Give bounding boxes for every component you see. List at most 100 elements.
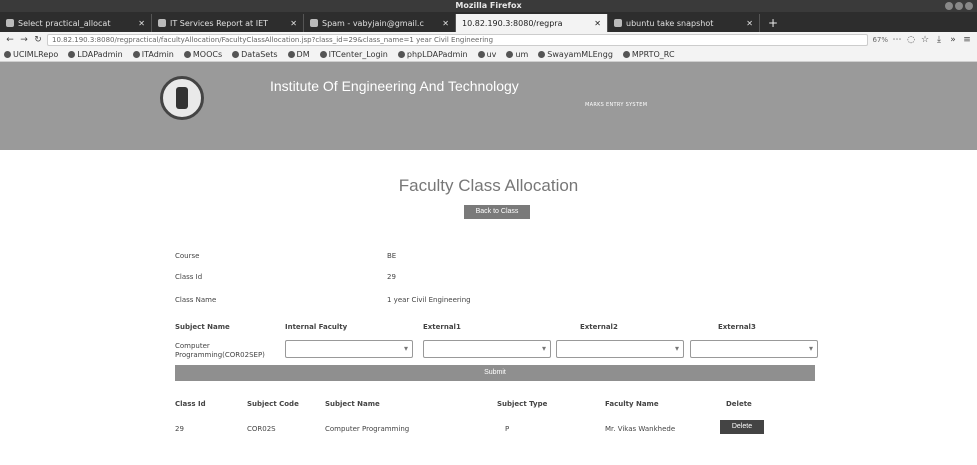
internal-faculty-select[interactable] (285, 340, 413, 358)
class-name-label: Class Name (175, 296, 217, 304)
mooc-icon (183, 51, 191, 58)
pocket-icon[interactable]: ◌ (906, 35, 916, 45)
bookmark-item[interactable]: ITAdmin (132, 50, 174, 59)
bookmark-label: MPRTO_RC (631, 50, 675, 59)
bookmark-item[interactable]: SwayamMLEngg (538, 50, 613, 59)
window-title: Mozilla Firefox (455, 1, 522, 10)
minimize-icon[interactable] (945, 2, 953, 10)
bookmark-label: MOOCs (192, 50, 223, 59)
maximize-icon[interactable] (955, 2, 963, 10)
globe-icon (4, 51, 11, 58)
back-to-class-button[interactable]: Back to Class (464, 205, 530, 219)
tab-close-icon[interactable]: ✕ (746, 19, 753, 28)
dollar-icon (538, 51, 546, 58)
globe-icon (287, 51, 295, 58)
tab-close-icon[interactable]: ✕ (594, 19, 601, 28)
table-header-subject-type: Subject Type (497, 400, 548, 408)
tab-title: ubuntu take snapshot (626, 18, 714, 28)
tab-title: 10.82.190.3:8080/regpra (462, 18, 563, 28)
cell-subject-code: COR02S (247, 425, 276, 433)
tab-title: IT Services Report at IET (170, 18, 269, 28)
external3-header: External3 (718, 323, 756, 331)
class-id-label: Class Id (175, 273, 203, 281)
submit-button[interactable]: Submit (175, 365, 815, 381)
external1-select[interactable] (423, 340, 551, 358)
tab-close-icon[interactable]: ✕ (138, 19, 145, 28)
external2-header: External2 (580, 323, 618, 331)
bookmark-label: uv (486, 50, 497, 59)
overflow-menu-icon[interactable]: » (948, 35, 958, 45)
hamburger-menu-icon[interactable]: ≡ (962, 35, 972, 45)
globe-icon (506, 51, 514, 58)
cell-faculty-name: Mr. Vikas Wankhede (605, 425, 676, 433)
browser-tab[interactable]: IT Services Report at IET ✕ (152, 14, 304, 32)
window-controls (945, 2, 973, 10)
site-header: Institute Of Engineering And Technology … (0, 62, 977, 150)
browser-tab[interactable]: ubuntu take snapshot ✕ (608, 14, 760, 32)
bookmark-item[interactable]: ITCenter_Login (319, 50, 388, 59)
table-header-subject-code: Subject Code (247, 400, 299, 408)
delete-button[interactable]: Delete (720, 420, 764, 434)
bookmark-label: ITAdmin (141, 50, 174, 59)
window-titlebar: Mozilla Firefox (0, 0, 977, 12)
table-header-class-id: Class Id (175, 400, 206, 408)
table-header-faculty-name: Faculty Name (605, 400, 659, 408)
tab-favicon-icon (158, 19, 166, 27)
tab-close-icon[interactable]: ✕ (290, 19, 297, 28)
bookmark-item[interactable]: DataSets (232, 50, 278, 59)
bookmark-label: ITCenter_Login (328, 50, 388, 59)
tab-close-icon[interactable]: ✕ (442, 19, 449, 28)
course-value: BE (387, 252, 397, 260)
close-window-icon[interactable] (965, 2, 973, 10)
external2-select[interactable] (556, 340, 684, 358)
bookmark-item[interactable]: UCIMLRepo (4, 50, 58, 59)
tab-title: Spam - vabyjain@gmail.c (322, 18, 424, 28)
bookmark-item[interactable]: MPRTO_RC (622, 50, 675, 59)
tab-favicon-icon (614, 19, 622, 27)
subject-name-header: Subject Name (175, 323, 230, 331)
browser-tab[interactable]: Spam - vabyjain@gmail.c ✕ (304, 14, 456, 32)
zoom-level[interactable]: 67% (872, 36, 888, 44)
tab-favicon-icon (310, 19, 318, 27)
url-bar[interactable]: 10.82.190.3:8080/regpractical/facultyAll… (47, 34, 869, 46)
bookmarks-toolbar: UCIMLRepo LDAPadmin ITAdmin MOOCs DataSe… (0, 48, 977, 62)
download-icon[interactable]: ⤓ (934, 35, 944, 45)
navigation-bar: ← → ↻ 10.82.190.3:8080/regpractical/facu… (0, 32, 977, 48)
site-subtitle: MARKS ENTRY SYSTEM (585, 102, 648, 108)
bookmark-item[interactable]: um (506, 50, 528, 59)
external3-select[interactable] (690, 340, 818, 358)
institute-logo (160, 76, 204, 120)
bookmark-item[interactable]: phpLDAPadmin (397, 50, 468, 59)
bookmark-item[interactable]: LDAPadmin (68, 50, 123, 59)
cell-class-id: 29 (175, 425, 184, 433)
table-header-subject-name: Subject Name (325, 400, 380, 408)
forward-arrow-icon[interactable]: → (19, 35, 29, 45)
browser-tab-active[interactable]: 10.82.190.3:8080/regpra ✕ (456, 14, 608, 32)
bookmark-label: UCIMLRepo (13, 50, 59, 59)
bookmark-label: LDAPadmin (77, 50, 123, 59)
page-actions-icon[interactable]: ⋯ (892, 35, 902, 45)
class-name-value: 1 year Civil Engineering (387, 296, 471, 304)
dataset-icon (232, 51, 240, 58)
table-header-delete: Delete (726, 400, 752, 408)
course-label: Course (175, 252, 200, 260)
browser-tab[interactable]: Select practical_allocat ✕ (0, 14, 152, 32)
class-id-value: 29 (387, 273, 396, 281)
bookmark-item[interactable]: uv (477, 50, 497, 59)
tab-strip: Select practical_allocat ✕ IT Services R… (0, 12, 977, 32)
page-title: Faculty Class Allocation (398, 176, 579, 195)
bookmark-star-icon[interactable]: ☆ (920, 35, 930, 45)
site-title: Institute Of Engineering And Technology (270, 78, 519, 94)
arrow-icon (622, 51, 630, 58)
external1-header: External1 (423, 323, 461, 331)
globe-icon (132, 51, 140, 58)
new-tab-icon[interactable]: + (760, 14, 786, 32)
cell-subject-type: P (505, 425, 510, 433)
back-arrow-icon[interactable]: ← (5, 35, 15, 45)
bookmark-item[interactable]: DM (287, 50, 310, 59)
bookmark-label: DM (296, 50, 310, 59)
tab-title: Select practical_allocat (18, 18, 111, 28)
bookmark-item[interactable]: MOOCs (183, 50, 223, 59)
reload-icon[interactable]: ↻ (33, 35, 43, 45)
bookmark-label: DataSets (241, 50, 278, 59)
